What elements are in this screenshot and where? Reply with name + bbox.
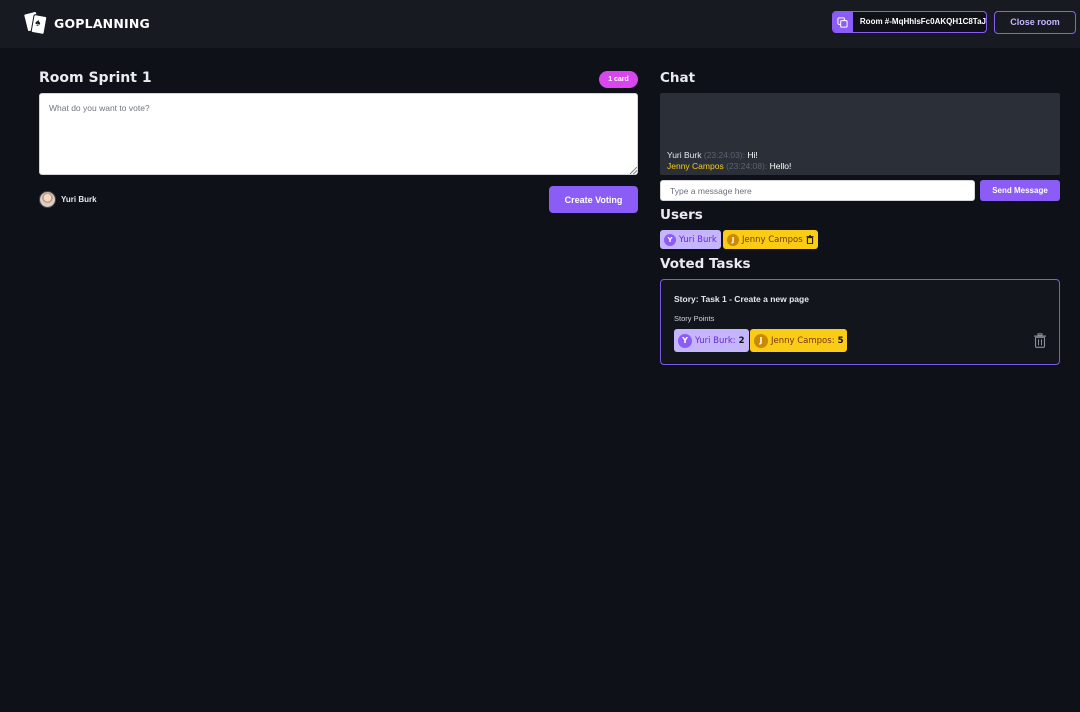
user-chip-name: Yuri Burk — [679, 234, 717, 245]
remove-user-icon[interactable] — [806, 235, 814, 244]
textarea-resize-handle[interactable] — [630, 167, 637, 174]
chat-message-user: Yuri Burk — [667, 150, 702, 160]
task-title: Story: Task 1 - Create a new page — [674, 294, 809, 304]
user-initial: J — [727, 233, 739, 246]
trash-icon[interactable] — [1033, 333, 1047, 348]
vote-chip-yuri: Y Yuri Burk: 2 — [674, 329, 749, 352]
task-subtitle: Story Points — [674, 314, 715, 323]
current-user: Yuri Burk — [39, 191, 97, 208]
top-header: GOPLANNING Room #-MqHhlsFc0AKQH1C8TaJ Cl… — [0, 0, 1080, 48]
vote-chip-name: Yuri Burk: — [695, 335, 736, 346]
vote-score: 2 — [738, 335, 745, 346]
chat-message: Yuri Burk (23:24:03): Hi! — [667, 150, 1053, 161]
avatar — [39, 191, 56, 208]
user-initial: J — [754, 333, 768, 348]
playing-cards-logo-icon — [22, 10, 48, 36]
chat-title: Chat — [660, 70, 696, 86]
vote-score: 5 — [837, 335, 844, 346]
user-chip-name: Jenny Campos — [742, 234, 803, 245]
user-chip-yuri: Y Yuri Burk — [660, 230, 721, 249]
voted-tasks-title: Voted Tasks — [660, 256, 751, 272]
current-user-name: Yuri Burk — [61, 195, 97, 204]
chat-message-time: (23:24:08): — [726, 160, 768, 171]
copy-icon[interactable] — [833, 12, 853, 32]
chat-message: Jenny Campos (23:24:08): Hello! — [667, 161, 1053, 172]
chat-message-text: Hi! — [747, 150, 758, 160]
vote-chip-name: Jenny Campos: — [771, 335, 835, 346]
send-message-button[interactable]: Send Message — [980, 180, 1060, 201]
vote-chip-jenny: J Jenny Campos: 5 — [750, 329, 848, 352]
create-voting-button[interactable]: Create Voting — [549, 186, 638, 213]
chat-message-text: Hello! — [769, 160, 792, 171]
vote-topic-input[interactable] — [39, 93, 638, 175]
card-count-badge: 1 card — [599, 71, 638, 88]
room-title: Room Sprint 1 — [39, 70, 152, 86]
close-room-button[interactable]: Close room — [994, 11, 1076, 34]
user-initial: Y — [664, 233, 676, 246]
room-code-copy[interactable]: Room #-MqHhlsFc0AKQH1C8TaJ — [832, 11, 987, 33]
room-code-text: Room #-MqHhlsFc0AKQH1C8TaJ — [859, 17, 986, 26]
chat-message-user: Jenny Campos — [667, 160, 724, 171]
app-logo[interactable]: GOPLANNING — [22, 10, 150, 36]
user-chip-jenny: J Jenny Campos — [723, 230, 818, 249]
chat-message-time: (23:24:03): — [703, 150, 745, 160]
chat-messages[interactable]: Yuri Burk (23:24:03): Hi! Jenny Campos (… — [660, 93, 1060, 175]
chat-message-input[interactable] — [660, 180, 975, 201]
users-title: Users — [660, 207, 703, 223]
user-initial: Y — [678, 333, 692, 348]
logo-text: GOPLANNING — [54, 15, 150, 31]
voted-task-card: Story: Task 1 - Create a new page Story … — [660, 279, 1060, 365]
